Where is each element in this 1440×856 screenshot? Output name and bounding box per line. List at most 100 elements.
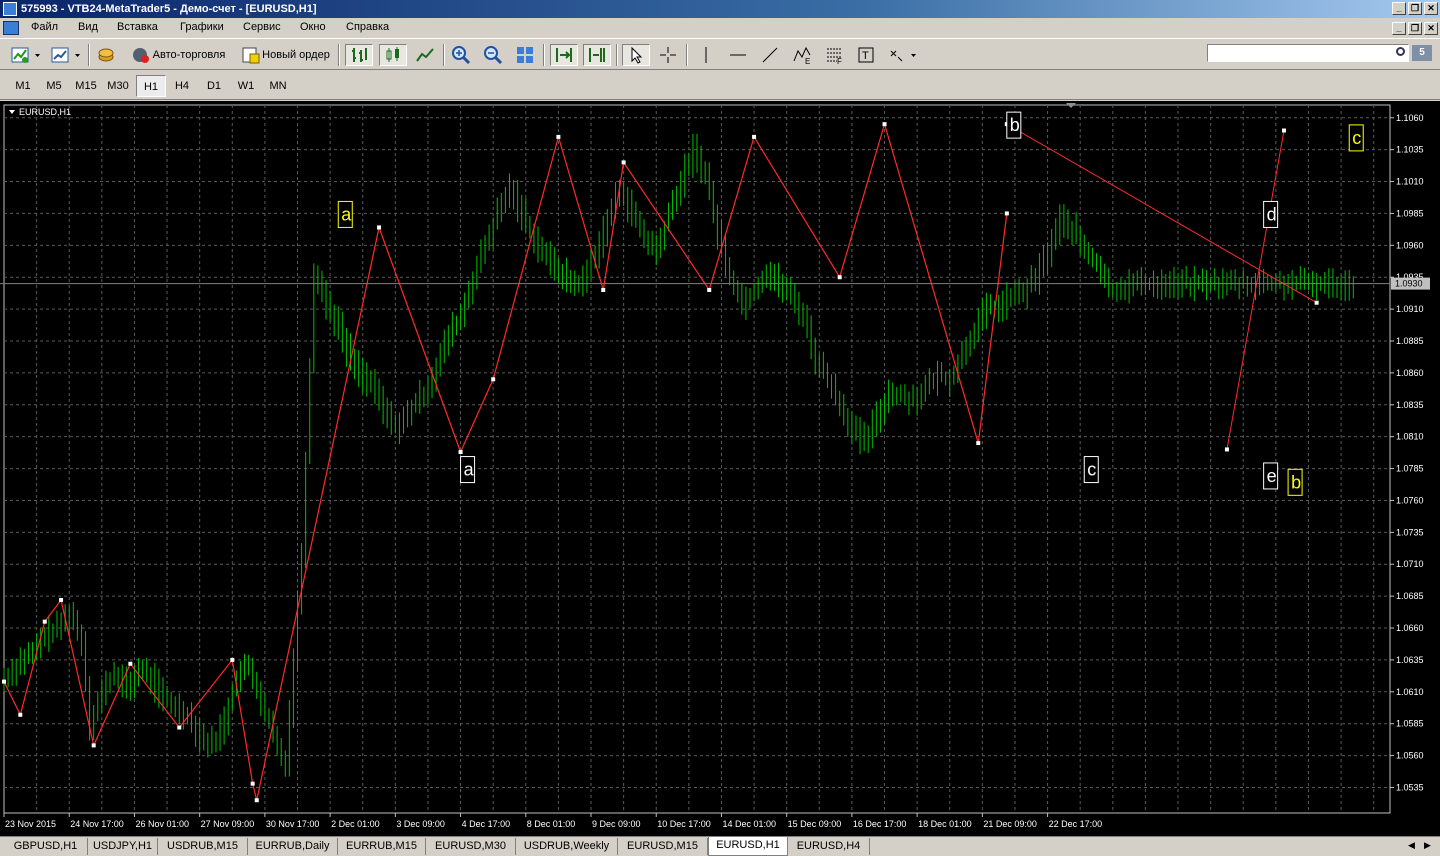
timeframe-mn[interactable]: MN <box>263 75 293 97</box>
menu-view[interactable]: Вид <box>78 21 98 33</box>
horizontal-line-button[interactable] <box>726 44 750 66</box>
zoom-out-button[interactable] <box>481 44 505 66</box>
zigzag-anchor <box>128 661 133 666</box>
zigzag-anchor <box>458 449 463 454</box>
vertical-line-button[interactable] <box>694 44 718 66</box>
timeframe-w1[interactable]: W1 <box>231 75 261 97</box>
tab-eurrub-m15[interactable]: EURRUB,M15 <box>338 838 426 855</box>
timeframe-h1[interactable]: H1 <box>136 75 166 97</box>
line-chart-button[interactable] <box>411 44 439 66</box>
tab-usdrub-m15[interactable]: USDRUB,M15 <box>158 838 248 855</box>
zigzag-anchor <box>491 377 496 382</box>
menu-bar: Файл Вид Вставка Графики Сервис Окно Спр… <box>0 18 1440 38</box>
price-tick-label: 1.0785 <box>1396 464 1424 474</box>
svg-text:F: F <box>837 57 842 65</box>
mdi-close-icon[interactable]: ✕ <box>1424 22 1438 35</box>
tab-eurusd-m15[interactable]: EURUSD,M15 <box>618 838 708 855</box>
minimize-icon[interactable]: _ <box>1392 2 1406 15</box>
elliott-wave-button[interactable]: E <box>790 44 814 66</box>
price-chart[interactable]: 1.10601.10351.10101.09851.09601.09351.09… <box>0 101 1440 836</box>
crosshair-button[interactable] <box>656 44 680 66</box>
menu-charts[interactable]: Графики <box>180 21 224 33</box>
tab-scroll-right-icon[interactable]: ▶ <box>1424 840 1431 851</box>
price-tick-label: 1.1010 <box>1396 177 1424 187</box>
cursor-button[interactable] <box>622 44 650 66</box>
price-tick-label: 1.0585 <box>1396 719 1424 729</box>
timeframe-m30[interactable]: M30 <box>103 75 133 97</box>
chart-window[interactable]: 1.1060 1.1035 1.1010 1.0985 1.0960 1.0935 1.09… <box>0 101 1440 836</box>
tab-eurusd-h1[interactable]: EURUSD,H1 <box>708 837 788 856</box>
time-tick-label: 16 Dec 17:00 <box>853 819 907 829</box>
tab-gbpusd-h1[interactable]: GBPUSD,H1 <box>4 838 88 855</box>
text-label-button[interactable]: T <box>854 44 878 66</box>
zigzag-anchor <box>42 619 47 624</box>
autoscroll-button[interactable] <box>550 44 578 66</box>
price-tick-label: 1.0560 <box>1396 751 1424 761</box>
price-tick-label: 1.0660 <box>1396 623 1424 633</box>
timeframe-h4[interactable]: H4 <box>167 75 197 97</box>
tab-eurrub-daily[interactable]: EURRUB,Daily <box>248 838 338 855</box>
menu-file[interactable]: Файл <box>31 21 58 33</box>
tab-eurusd-h4[interactable]: EURUSD,H4 <box>788 838 870 855</box>
new-order-button[interactable]: Новый ордер <box>238 44 332 66</box>
price-tick-label: 1.1035 <box>1396 145 1424 155</box>
candlestick-icon <box>386 47 399 62</box>
wave-anchor <box>1224 447 1229 452</box>
price-tick-label: 1.0685 <box>1396 591 1424 601</box>
restore-icon[interactable]: ❐ <box>1408 2 1422 15</box>
tab-eurusd-m30[interactable]: EURUSD,M30 <box>426 838 516 855</box>
menu-window[interactable]: Окно <box>300 21 326 33</box>
tile-windows-button[interactable] <box>513 44 537 66</box>
zigzag-anchor <box>254 798 259 803</box>
candlestick-chart-button[interactable] <box>379 44 407 66</box>
chart-tabs-bar: GBPUSD,H1 USDJPY,H1 USDRUB,M15 EURRUB,Da… <box>0 836 1440 856</box>
shapes-dropdown-button[interactable] <box>886 44 920 66</box>
price-tick-label: 1.0910 <box>1396 304 1424 314</box>
zigzag-anchor <box>2 679 6 684</box>
menu-help[interactable]: Справка <box>346 21 389 33</box>
price-tick-label: 1.0735 <box>1396 527 1424 537</box>
chart-shift-button[interactable] <box>583 44 611 66</box>
market-watch-button[interactable] <box>94 44 118 66</box>
tab-scroll-left-icon[interactable]: ◀ <box>1408 840 1415 851</box>
timeframe-d1[interactable]: D1 <box>199 75 229 97</box>
chart-symbol-label: EURUSD,H1 <box>19 107 71 117</box>
chart-shift-icon <box>589 48 605 62</box>
fibonacci-button[interactable]: F <box>822 44 846 66</box>
zoom-in-icon <box>452 46 471 65</box>
zigzag-anchor <box>91 743 96 748</box>
text-icon: T <box>858 47 874 63</box>
document-icon[interactable] <box>3 21 19 35</box>
chart-frame <box>3 104 1391 814</box>
wave-label: b <box>1291 472 1301 492</box>
wave-label: d <box>1267 204 1277 224</box>
search-input[interactable] <box>1207 44 1409 62</box>
tab-usdrub-weekly[interactable]: USDRUB,Weekly <box>516 838 618 855</box>
price-tick-label: 1.0760 <box>1396 495 1424 505</box>
timeframe-m5[interactable]: M5 <box>39 75 69 97</box>
notifications-badge[interactable]: 5 <box>1412 45 1432 61</box>
timeframe-m1[interactable]: M1 <box>8 75 38 97</box>
price-tick-label: 1.0985 <box>1396 208 1424 218</box>
search-icon[interactable] <box>1396 47 1405 56</box>
mdi-restore-icon[interactable]: ❐ <box>1408 22 1422 35</box>
price-tick-label: 1.0535 <box>1396 782 1424 792</box>
timeframe-m15[interactable]: M15 <box>71 75 101 97</box>
price-tick-label: 1.0710 <box>1396 559 1424 569</box>
trendline-button[interactable] <box>758 44 782 66</box>
menu-insert[interactable]: Вставка <box>117 21 158 33</box>
wave-labels: aabcde bc <box>337 111 1364 496</box>
mdi-minimize-icon[interactable]: _ <box>1392 22 1406 35</box>
bar-chart-button[interactable] <box>345 44 373 66</box>
price-tick-label: 1.0810 <box>1396 432 1424 442</box>
autotrade-icon <box>132 48 149 63</box>
zoom-in-button[interactable] <box>449 44 473 66</box>
close-icon[interactable]: ✕ <box>1424 2 1438 15</box>
autotrade-button[interactable]: Авто-торговля <box>126 44 230 66</box>
tab-usdjpy-h1[interactable]: USDJPY,H1 <box>88 838 158 855</box>
menu-tools[interactable]: Сервис <box>243 21 281 33</box>
wave-label: a <box>464 460 475 480</box>
new-chart-button[interactable] <box>8 44 44 66</box>
profiles-button[interactable] <box>48 44 84 66</box>
price-axis: 1.10601.10351.10101.09851.09601.09351.09… <box>1396 113 1424 793</box>
